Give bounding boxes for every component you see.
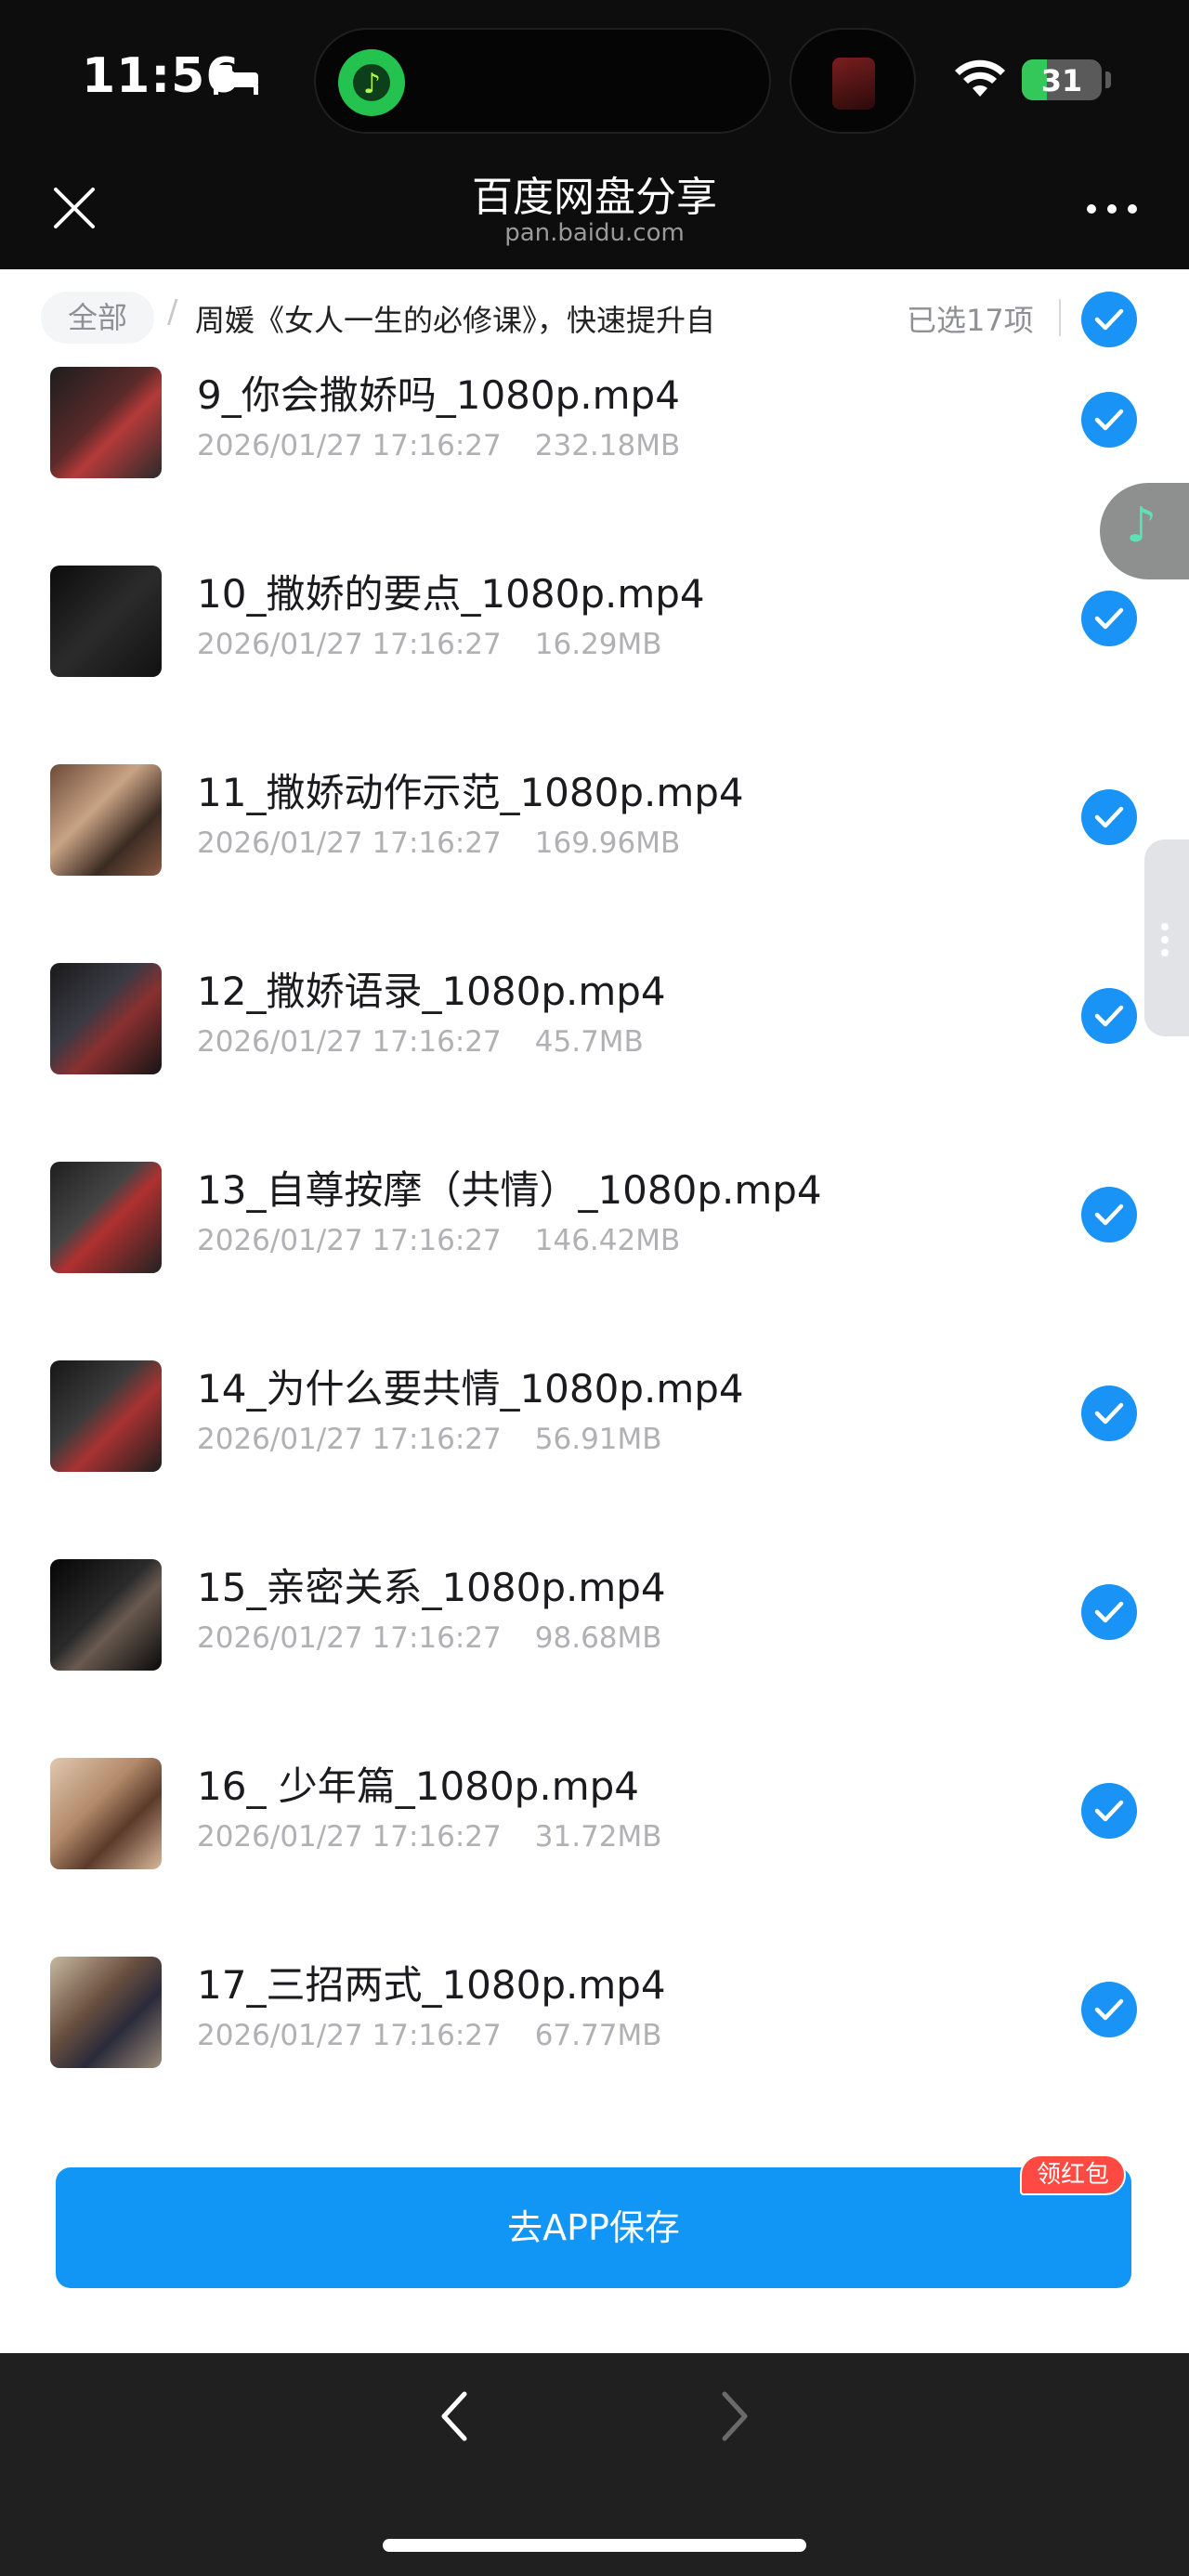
- file-row[interactable]: 13_自尊按摩（共情）_1080p.mp4 2026/01/27 17:16:27…: [0, 1114, 1189, 1313]
- file-row[interactable]: 14_为什么要共情_1080p.mp4 2026/01/27 17:16:27 56…: [0, 1313, 1189, 1512]
- video-thumbnail: [50, 1559, 162, 1671]
- file-meta: 2026/01/27 17:16:27 56.91MB: [197, 1423, 662, 1456]
- file-name: 10_撒娇的要点_1080p.mp4: [197, 571, 705, 617]
- video-thumbnail: [50, 1162, 162, 1273]
- file-name: 9_你会撒娇吗_1080p.mp4: [197, 372, 680, 418]
- file-meta: 2026/01/27 17:16:27 232.18MB: [197, 429, 680, 462]
- file-checkbox[interactable]: [1081, 1187, 1137, 1242]
- check-icon: [1094, 1005, 1124, 1027]
- dynamic-island-media[interactable]: [790, 28, 916, 134]
- file-checkbox[interactable]: [1081, 988, 1137, 1044]
- music-note-icon: ♪: [1126, 498, 1157, 553]
- file-size: 67.77MB: [534, 2019, 662, 2052]
- file-date: 2026/01/27 17:16:27: [197, 1423, 502, 1456]
- wifi-icon: [955, 59, 1005, 97]
- file-date: 2026/01/27 17:16:27: [197, 1224, 502, 1257]
- back-arrow-icon[interactable]: [431, 2388, 477, 2444]
- video-thumbnail: [50, 963, 162, 1074]
- music-app-icon: ♪: [338, 49, 405, 116]
- battery-icon: 31: [1022, 59, 1102, 100]
- file-row[interactable]: 15_亲密关系_1080p.mp4 2026/01/27 17:16:27 98.6…: [0, 1512, 1189, 1711]
- video-thumbnail: [50, 367, 162, 478]
- file-checkbox[interactable]: [1081, 1584, 1137, 1640]
- more-options-icon[interactable]: [1087, 195, 1143, 223]
- file-meta: 2026/01/27 17:16:27 169.96MB: [197, 826, 680, 860]
- file-name: 12_撒娇语录_1080p.mp4: [197, 969, 666, 1014]
- file-size: 232.18MB: [534, 429, 681, 462]
- check-icon: [1094, 1998, 1124, 2021]
- dynamic-island[interactable]: ♪: [314, 28, 771, 134]
- file-size: 31.72MB: [534, 1820, 662, 1854]
- file-checkbox[interactable]: [1081, 392, 1137, 448]
- file-size: 169.96MB: [534, 826, 681, 860]
- file-name: 11_撒娇动作示范_1080p.mp4: [197, 770, 744, 815]
- file-row[interactable]: 9_你会撒娇吗_1080p.mp4 2026/01/27 17:16:27 232.…: [0, 319, 1189, 518]
- file-meta: 2026/01/27 17:16:27 98.68MB: [197, 1621, 662, 1655]
- check-icon: [1094, 607, 1124, 630]
- video-thumbnail: [50, 1957, 162, 2068]
- floating-music-button[interactable]: ♪: [1100, 483, 1189, 579]
- file-size: 146.42MB: [534, 1224, 681, 1257]
- battery-percent: 31: [1040, 63, 1083, 98]
- check-icon: [1094, 1800, 1124, 1822]
- file-size: 98.68MB: [534, 1621, 662, 1655]
- file-size: 56.91MB: [534, 1423, 662, 1456]
- video-thumbnail: [50, 764, 162, 876]
- file-checkbox[interactable]: [1081, 1982, 1137, 2037]
- file-meta: 2026/01/27 17:16:27 146.42MB: [197, 1224, 680, 1257]
- check-icon: [1094, 1203, 1124, 1226]
- file-date: 2026/01/27 17:16:27: [197, 1025, 502, 1059]
- file-row[interactable]: 10_撒娇的要点_1080p.mp4 2026/01/27 17:16:27 16.…: [0, 518, 1189, 717]
- video-thumbnail: [50, 1360, 162, 1472]
- check-icon: [1094, 409, 1124, 431]
- file-row[interactable]: 11_撒娇动作示范_1080p.mp4 2026/01/27 17:16:27 16…: [0, 717, 1189, 916]
- file-name: 16_ 少年篇_1080p.mp4: [197, 1763, 639, 1809]
- file-name: 15_亲密关系_1080p.mp4: [197, 1565, 666, 1610]
- file-date: 2026/01/27 17:16:27: [197, 1820, 502, 1854]
- sleep-focus-icon: [214, 65, 258, 95]
- page-domain: pan.baidu.com: [504, 219, 685, 247]
- media-thumbnail: [832, 58, 875, 110]
- file-row[interactable]: 16_ 少年篇_1080p.mp4 2026/01/27 17:16:27 31.7…: [0, 1711, 1189, 1909]
- file-size: 45.7MB: [534, 1025, 644, 1059]
- file-meta: 2026/01/27 17:16:27 67.77MB: [197, 2019, 662, 2052]
- check-icon: [1094, 1402, 1124, 1425]
- file-row[interactable]: 12_撒娇语录_1080p.mp4 2026/01/27 17:16:27 45.7…: [0, 916, 1189, 1114]
- side-drawer-handle[interactable]: [1144, 839, 1189, 1036]
- video-thumbnail: [50, 1758, 162, 1869]
- file-name: 17_三招两式_1080p.mp4: [197, 1962, 666, 2008]
- battery-tip: [1105, 72, 1111, 88]
- file-name: 13_自尊按摩（共情）_1080p.mp4: [197, 1167, 822, 1213]
- file-meta: 2026/01/27 17:16:27 16.29MB: [197, 628, 662, 661]
- file-size: 16.29MB: [534, 628, 662, 661]
- file-date: 2026/01/27 17:16:27: [197, 826, 502, 860]
- file-date: 2026/01/27 17:16:27: [197, 628, 502, 661]
- file-name: 14_为什么要共情_1080p.mp4: [197, 1366, 744, 1412]
- file-checkbox[interactable]: [1081, 1783, 1137, 1839]
- file-checkbox[interactable]: [1081, 789, 1137, 845]
- file-meta: 2026/01/27 17:16:27 31.72MB: [197, 1820, 662, 1854]
- video-thumbnail: [50, 566, 162, 677]
- file-row[interactable]: 17_三招两式_1080p.mp4 2026/01/27 17:16:27 67.7…: [0, 1909, 1189, 2108]
- file-meta: 2026/01/27 17:16:27 45.7MB: [197, 1025, 644, 1059]
- file-date: 2026/01/27 17:16:27: [197, 1621, 502, 1655]
- page-title: 百度网盘分享: [472, 174, 717, 221]
- file-checkbox[interactable]: [1081, 591, 1137, 646]
- save-to-app-button[interactable]: 去APP保存: [56, 2167, 1131, 2288]
- home-indicator: [383, 2539, 806, 2552]
- check-icon: [1094, 806, 1124, 828]
- file-checkbox[interactable]: [1081, 1386, 1137, 1441]
- file-date: 2026/01/27 17:16:27: [197, 429, 502, 462]
- check-icon: [1094, 1601, 1124, 1623]
- red-packet-badge[interactable]: 领红包: [1020, 2154, 1127, 2195]
- file-date: 2026/01/27 17:16:27: [197, 2019, 502, 2052]
- forward-arrow-icon[interactable]: [712, 2388, 758, 2444]
